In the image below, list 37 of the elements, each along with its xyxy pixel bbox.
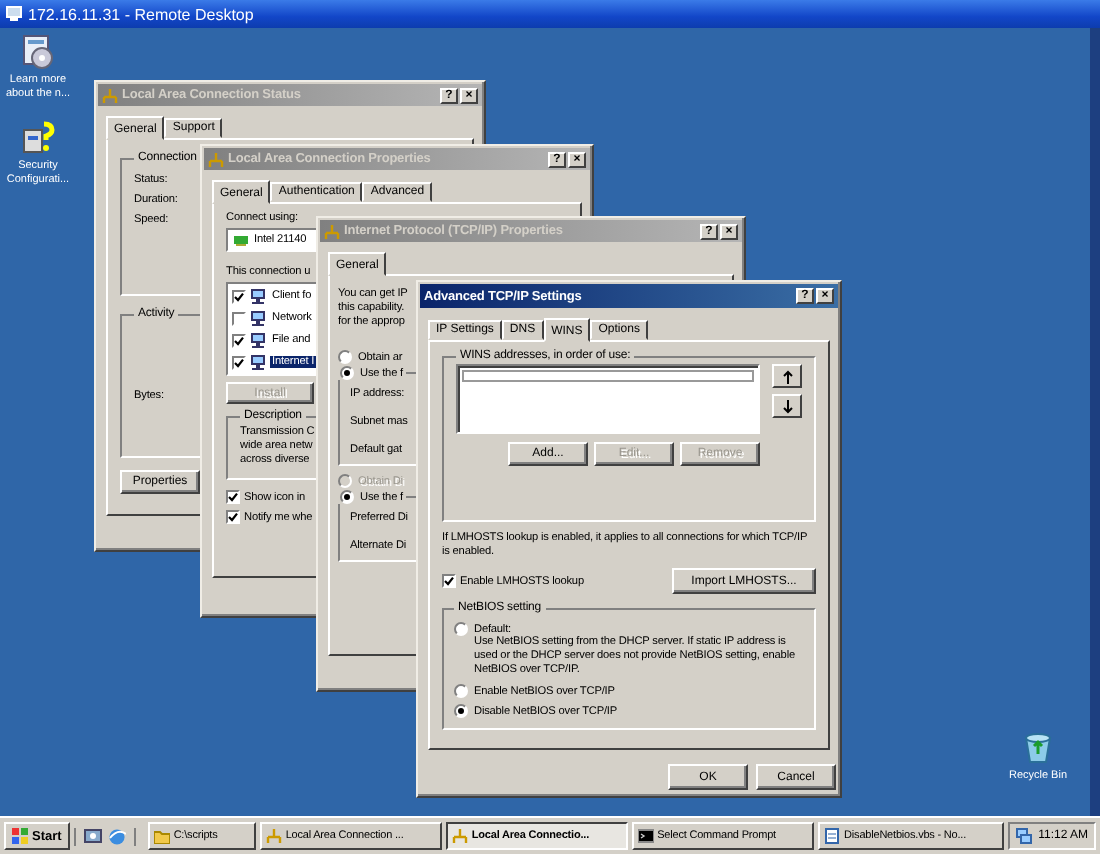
security-settings-icon[interactable]	[18, 118, 58, 158]
notepad-icon	[824, 828, 841, 844]
checkbox[interactable]	[232, 333, 246, 347]
radio-button[interactable]	[454, 704, 468, 718]
network-icon	[102, 87, 118, 103]
network-icon	[208, 151, 224, 167]
network-icon	[250, 288, 266, 304]
up-arrow-icon	[781, 369, 793, 383]
network-icon	[250, 332, 266, 348]
desktop-icon[interactable]	[83, 827, 102, 845]
help-document-icon[interactable]	[18, 32, 58, 72]
computer-icon	[6, 6, 22, 22]
network-icon	[250, 354, 266, 370]
network-icon	[324, 223, 340, 239]
network-card-icon	[234, 234, 248, 246]
network-icon	[265, 828, 282, 844]
down-arrow-icon	[781, 399, 793, 413]
folder-icon	[153, 828, 170, 844]
window-title: 172.16.11.31 - Remote Desktop	[28, 5, 254, 23]
checkbox[interactable]	[232, 355, 246, 369]
move-up-button[interactable]	[772, 364, 802, 388]
checkbox[interactable]	[232, 289, 246, 303]
radio-button[interactable]	[454, 684, 468, 698]
checkbox[interactable]	[442, 574, 456, 588]
radio-button[interactable]	[454, 622, 468, 636]
checkbox[interactable]	[226, 490, 240, 504]
network-icon	[250, 310, 266, 326]
checkbox[interactable]	[232, 311, 246, 325]
move-down-button[interactable]	[772, 394, 802, 418]
console-icon	[637, 828, 654, 844]
radio-button[interactable]	[340, 366, 354, 380]
network-icon	[451, 828, 468, 844]
radio-button[interactable]	[340, 490, 354, 504]
address-list[interactable]	[456, 364, 760, 434]
checkbox[interactable]	[226, 510, 240, 524]
windows-flag-icon	[12, 828, 28, 844]
radio-button[interactable]	[338, 350, 352, 364]
